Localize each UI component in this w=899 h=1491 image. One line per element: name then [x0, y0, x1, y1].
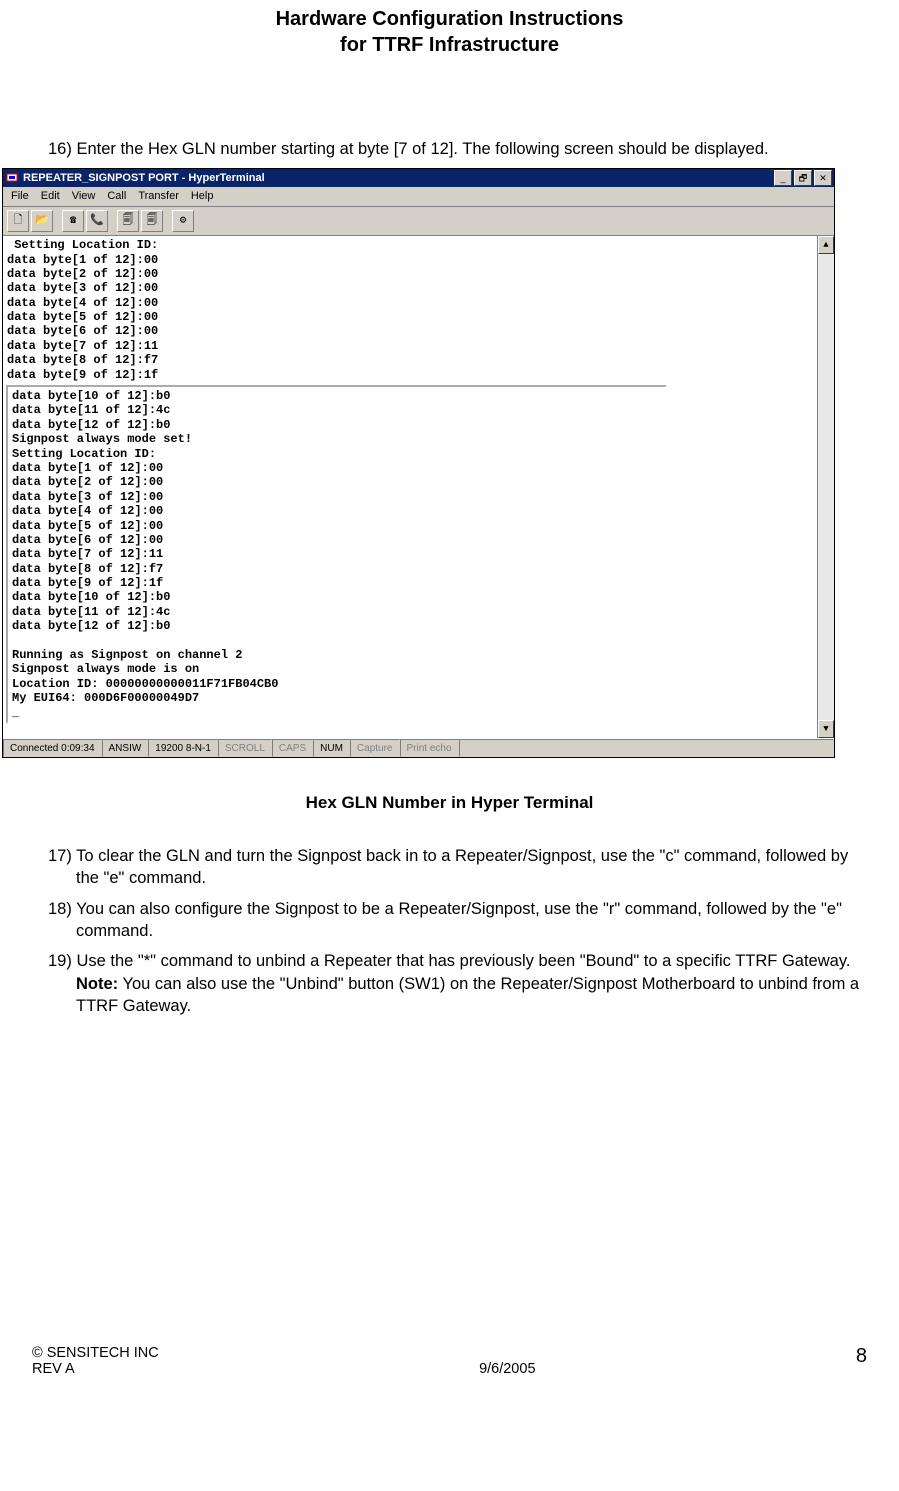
- status-num: NUM: [313, 739, 350, 757]
- doc-title: Hardware Configuration Instructions for …: [32, 6, 867, 58]
- disconnect-icon[interactable]: 📞: [86, 210, 108, 232]
- status-emulation: ANSIW: [102, 739, 149, 757]
- status-caps: CAPS: [272, 739, 313, 757]
- doc-title-line2: for TTRF Infrastructure: [32, 32, 867, 58]
- open-icon[interactable]: 📂: [31, 210, 53, 232]
- step-16: 16) Enter the Hex GLN number starting at…: [48, 138, 867, 160]
- restore-button[interactable]: 🗗: [794, 170, 812, 186]
- receive-icon[interactable]: 🗐: [141, 210, 163, 232]
- footer-date: 9/6/2005: [479, 1361, 535, 1377]
- menu-call[interactable]: Call: [107, 189, 126, 204]
- footer-left: © SENSITECH INC REV A: [32, 1345, 159, 1377]
- step-18: 18) You can also configure the Signpost …: [48, 898, 867, 943]
- scroll-down-icon[interactable]: ▼: [818, 720, 834, 738]
- status-printecho: Print echo: [400, 739, 459, 757]
- doc-title-line1: Hardware Configuration Instructions: [32, 6, 867, 32]
- terminal-area: Setting Location ID: data byte[1 of 12]:…: [3, 236, 834, 738]
- status-connected: Connected 0:09:34: [3, 739, 102, 757]
- terminal-output-top: Setting Location ID: data byte[1 of 12]:…: [3, 236, 817, 384]
- menu-file[interactable]: File: [11, 189, 29, 204]
- figure-caption: Hex GLN Number in Hyper Terminal: [32, 792, 867, 815]
- page-number: 8: [856, 1345, 867, 1377]
- minimize-button[interactable]: _: [774, 170, 792, 186]
- scroll-up-icon[interactable]: ▲: [818, 236, 834, 254]
- scroll-track[interactable]: [818, 254, 834, 720]
- terminal-output-bottom[interactable]: data byte[10 of 12]:b0 data byte[11 of 1…: [6, 385, 667, 724]
- step-19: 19) Use the "*" command to unbind a Repe…: [48, 950, 867, 1017]
- status-scroll: SCROLL: [218, 739, 272, 757]
- status-port: 19200 8-N-1: [148, 739, 218, 757]
- page-footer: © SENSITECH INC REV A 9/6/2005 8: [0, 1345, 899, 1387]
- toolbar: 🗋 📂 ☎ 📞 🗐 🗐 ⚙: [3, 207, 834, 236]
- connect-icon[interactable]: ☎: [62, 210, 84, 232]
- statusbar: Connected 0:09:34 ANSIW 19200 8-N-1 SCRO…: [3, 738, 834, 757]
- send-icon[interactable]: 🗐: [117, 210, 139, 232]
- menu-help[interactable]: Help: [191, 189, 214, 204]
- scrollbar[interactable]: ▲ ▼: [817, 236, 834, 738]
- menu-transfer[interactable]: Transfer: [138, 189, 179, 204]
- close-button[interactable]: ✕: [814, 170, 832, 186]
- status-capture: Capture: [350, 739, 400, 757]
- window-title: REPEATER_SIGNPOST PORT - HyperTerminal: [23, 171, 772, 186]
- menu-edit[interactable]: Edit: [41, 189, 60, 204]
- titlebar: REPEATER_SIGNPOST PORT - HyperTerminal _…: [3, 169, 834, 187]
- hyperterminal-window: REPEATER_SIGNPOST PORT - HyperTerminal _…: [2, 168, 835, 758]
- note-label: Note:: [76, 975, 118, 993]
- menubar: File Edit View Call Transfer Help: [3, 187, 834, 207]
- properties-icon[interactable]: ⚙: [172, 210, 194, 232]
- step-17: 17) To clear the GLN and turn the Signpo…: [48, 845, 867, 890]
- menu-view[interactable]: View: [72, 189, 96, 204]
- app-icon: [5, 171, 19, 185]
- new-icon[interactable]: 🗋: [7, 210, 29, 232]
